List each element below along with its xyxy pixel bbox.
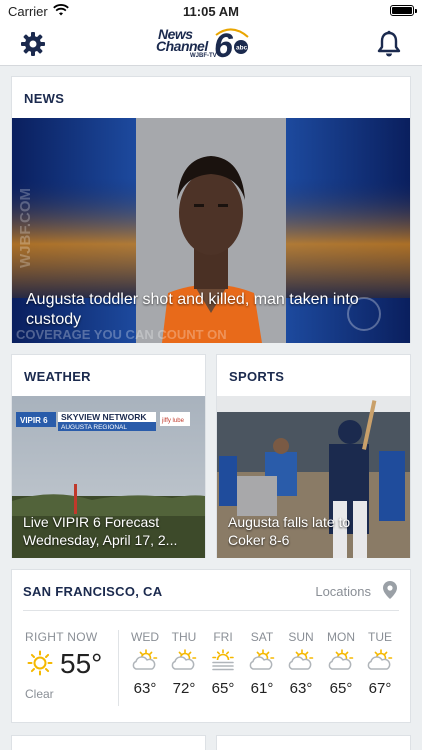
weather-card[interactable]: WEATHER VIPIR 6 SKYVIEW NETWORK AUGUSTA … xyxy=(11,354,206,558)
locations-button[interactable]: Locations xyxy=(315,584,371,599)
sports-headline-line2: Coker 8-6 xyxy=(228,532,290,548)
sun-icon xyxy=(27,650,53,676)
partly-cloudy-icon xyxy=(328,649,354,670)
daily-forecast: WED 63° THU 72° FRI 65° SAT 61° SUN 63° … xyxy=(125,630,405,710)
day-temperature: 67° xyxy=(368,680,392,697)
sports-story-image[interactable]: Augusta falls late to Coker 8-6 xyxy=(217,396,410,558)
status-bar: Carrier 11:05 AM xyxy=(0,0,422,22)
logo-text-channel: Channel xyxy=(156,38,208,54)
sports-card[interactable]: SPORTS Augusta falls late to Coker 8-6 xyxy=(216,354,411,558)
current-condition: Clear xyxy=(25,687,54,701)
svg-text:6: 6 xyxy=(214,27,234,61)
forecast-city: SAN FRANCISCO, CA xyxy=(23,584,163,599)
day-temperature: 72° xyxy=(172,680,196,697)
abc-badge: abc xyxy=(236,45,248,52)
forecast-day: TUE 67° xyxy=(360,630,400,697)
location-pin-icon[interactable] xyxy=(383,581,397,599)
skyview-subtitle: AUGUSTA REGIONAL xyxy=(61,424,127,431)
day-name: THU xyxy=(171,630,197,644)
day-name: SAT xyxy=(250,630,274,644)
sports-headline-line1: Augusta falls late to xyxy=(228,514,351,530)
forecast-card[interactable]: SAN FRANCISCO, CA Locations RIGHT NOW 55… xyxy=(11,569,411,723)
partly-cloudy-icon xyxy=(132,649,158,670)
day-temperature: 65° xyxy=(329,680,353,697)
day-temperature: 63° xyxy=(133,680,157,697)
vipir-badge: VIPIR 6 xyxy=(20,416,48,425)
partly-cloudy-icon xyxy=(249,649,275,670)
gear-icon[interactable] xyxy=(20,31,46,57)
bell-icon[interactable] xyxy=(376,30,402,58)
sponsor-label: jiffy lube xyxy=(161,418,185,424)
weather-headline-line1: Live VIPIR 6 Forecast xyxy=(23,514,160,530)
day-name: SUN xyxy=(288,630,314,644)
forecast-day: THU 72° xyxy=(164,630,204,697)
sports-headline[interactable]: Augusta falls late to Coker 8-6 xyxy=(228,513,404,549)
forecast-divider xyxy=(118,630,119,706)
forecast-day: SAT 61° xyxy=(242,630,282,697)
news-channel-6-logo[interactable]: News Channel WJBF-TV 6 abc xyxy=(156,27,256,61)
right-now-label: RIGHT NOW xyxy=(25,630,98,644)
fog-icon xyxy=(212,649,234,671)
news-story-image[interactable]: WJBF.COM COVERAGE YOU CAN COUNT ON Augus… xyxy=(12,118,410,343)
watermark-side: WJBF.COM xyxy=(17,188,34,268)
partly-cloudy-icon xyxy=(367,649,393,670)
partly-cloudy-icon xyxy=(288,649,314,670)
forecast-day: SUN 63° xyxy=(281,630,321,697)
current-temperature: 55° xyxy=(60,648,103,679)
news-headline[interactable]: Augusta toddler shot and killed, man tak… xyxy=(26,290,366,330)
forecast-header: SAN FRANCISCO, CA Locations xyxy=(23,570,399,611)
weather-section-title: WEATHER xyxy=(24,369,91,384)
forecast-day: MON 65° xyxy=(321,630,361,697)
day-name: WED xyxy=(131,630,159,644)
weather-headline-line2: Wednesday, April 17, 2... xyxy=(23,532,178,548)
day-temperature: 61° xyxy=(250,680,274,697)
weather-story-image[interactable]: VIPIR 6 SKYVIEW NETWORK AUGUSTA REGIONAL… xyxy=(12,396,205,558)
top-nav-bar: News Channel WJBF-TV 6 abc xyxy=(0,22,422,66)
skyview-title: SKYVIEW NETWORK xyxy=(61,412,147,422)
news-card[interactable]: NEWS WJBF.COM COVERAGE YOU CAN COUNT ON … xyxy=(11,76,411,343)
next-card-left[interactable] xyxy=(11,735,206,750)
current-conditions: RIGHT NOW 55° Clear xyxy=(25,630,125,701)
day-name: TUE xyxy=(368,630,392,644)
day-temperature: 63° xyxy=(289,680,313,697)
sports-section-title: SPORTS xyxy=(229,369,285,384)
clock: 11:05 AM xyxy=(183,4,239,19)
weather-headline[interactable]: Live VIPIR 6 Forecast Wednesday, April 1… xyxy=(23,513,199,549)
battery-icon xyxy=(390,5,417,16)
partly-cloudy-icon xyxy=(171,649,197,670)
next-card-right[interactable] xyxy=(216,735,411,750)
forecast-day: WED 63° xyxy=(125,630,165,697)
day-name: MON xyxy=(327,630,355,644)
day-temperature: 65° xyxy=(211,680,235,697)
day-name: FRI xyxy=(213,630,233,644)
forecast-day: FRI 65° xyxy=(203,630,243,697)
channel-6-logo-mark: 6 abc xyxy=(214,27,249,61)
news-section-title: NEWS xyxy=(24,91,65,106)
